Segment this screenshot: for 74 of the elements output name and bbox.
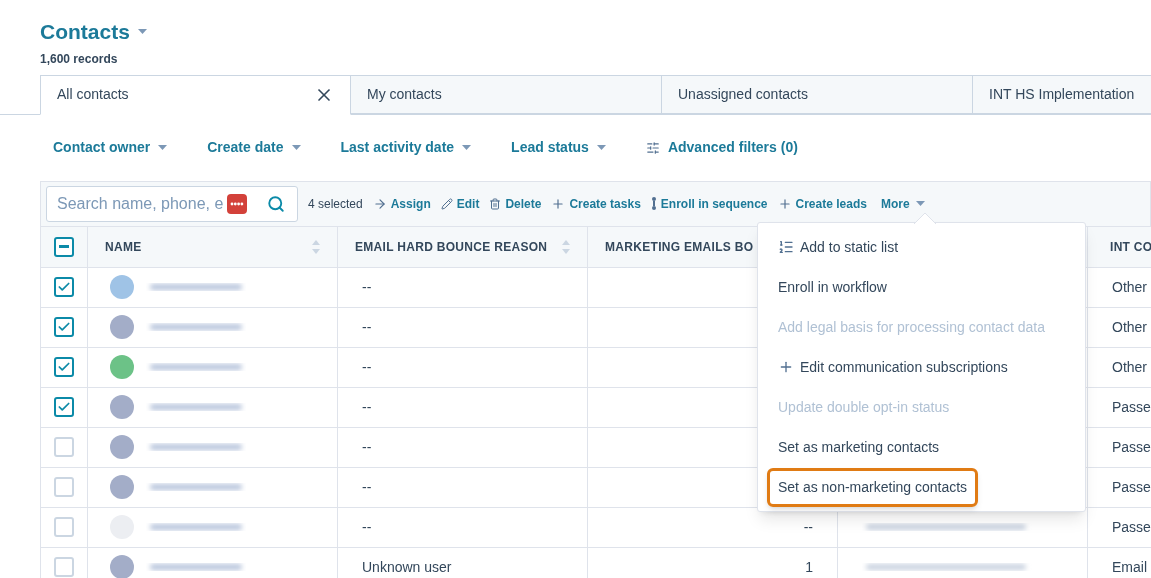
check-icon — [57, 320, 71, 334]
bulk-action[interactable]: Delete — [489, 194, 542, 213]
plus-icon — [777, 196, 792, 211]
caret-icon — [596, 145, 606, 150]
view-tab[interactable]: My contacts — [351, 74, 662, 114]
caret-icon — [158, 145, 168, 150]
view-tab[interactable]: Unassigned contacts — [662, 74, 973, 114]
menu-item[interactable]: Add to static list — [767, 227, 910, 267]
filter-button[interactable]: Lead status — [511, 137, 606, 158]
bulk-action[interactable]: More — [876, 194, 925, 213]
row-checkbox[interactable] — [54, 397, 74, 417]
table-cell-text: -- — [803, 517, 813, 537]
caret-icon — [462, 145, 472, 150]
check-icon — [57, 360, 71, 374]
table-cell-text: -- — [362, 397, 372, 417]
minus-icon — [59, 245, 69, 248]
table-cell-text: -- — [362, 357, 372, 377]
sliders-icon — [645, 140, 660, 155]
row-checkbox[interactable] — [54, 236, 74, 257]
table-cell-text: Other — [1112, 317, 1147, 337]
record-count: 1,600 records — [40, 50, 119, 68]
table-cell-text: Passe — [1112, 397, 1151, 417]
table-cell-text: Email — [1112, 557, 1147, 577]
column-header[interactable]: MARKETING EMAILS BO — [605, 237, 754, 256]
sequence-icon — [650, 197, 657, 210]
arrow-right-icon — [372, 196, 387, 211]
table-cell-text: Other — [1112, 277, 1147, 297]
menu-item[interactable]: Edit communication subscriptions — [767, 347, 1019, 387]
row-checkbox[interactable] — [54, 317, 74, 337]
row-checkbox[interactable] — [54, 357, 74, 377]
plus-icon — [551, 196, 566, 211]
column-header[interactable]: EMAIL HARD BOUNCE REASON — [355, 237, 548, 256]
check-icon — [57, 400, 71, 414]
view-tab[interactable]: All contacts — [40, 74, 351, 115]
selected-count: 4 selected — [308, 195, 363, 213]
bulk-action[interactable]: Create tasks — [551, 194, 641, 213]
search-input[interactable]: Search name, phone, e — [57, 191, 267, 216]
menu-item[interactable]: Enroll in workflow — [767, 267, 898, 307]
view-tab[interactable]: INT HS Implementation — [973, 74, 1151, 114]
table-cell-text: -- — [362, 477, 372, 497]
table-cell-text: Passe — [1112, 477, 1151, 497]
check-icon — [57, 280, 71, 294]
page-title[interactable]: Contacts — [40, 16, 130, 48]
title-caret-icon — [137, 29, 147, 35]
row-checkbox[interactable] — [54, 277, 74, 297]
password-manager-icon[interactable] — [227, 193, 247, 214]
search-icon[interactable] — [267, 194, 285, 213]
plus-icon — [778, 359, 794, 375]
menu-item[interactable]: Set as marketing contacts — [767, 427, 951, 467]
filter-button[interactable]: Advanced filters (0) — [645, 137, 798, 158]
table-cell-text: Passe — [1112, 517, 1151, 537]
filter-button[interactable]: Last activity date — [340, 137, 472, 158]
column-header[interactable]: NAME — [105, 237, 142, 256]
search-field[interactable]: Search name, phone, e — [46, 185, 298, 222]
caret-icon — [915, 201, 925, 206]
table-cell-text: Passe — [1112, 437, 1151, 457]
bulk-action[interactable]: Create leads — [777, 194, 867, 213]
caret-icon — [291, 145, 301, 150]
trash-icon — [489, 197, 502, 210]
bulk-action[interactable]: Edit — [440, 194, 480, 213]
menu-item[interactable]: Set as non-marketing contacts — [767, 467, 979, 507]
table-cell-text: Other — [1112, 357, 1147, 377]
table-cell-text: -- — [362, 517, 372, 537]
bulk-action[interactable]: Assign — [372, 194, 431, 213]
table-cell-text: -- — [362, 277, 372, 297]
table-cell-text: 1 — [805, 557, 813, 577]
bulk-action[interactable]: Enroll in sequence — [650, 194, 768, 213]
table-cell-text: Unknown user — [362, 557, 452, 577]
pencil-icon — [440, 197, 453, 210]
list-icon — [778, 239, 794, 255]
filter-button[interactable]: Create date — [207, 137, 301, 158]
table-cell-text: -- — [362, 317, 372, 337]
filter-button[interactable]: Contact owner — [53, 137, 168, 158]
table-cell-text: -- — [362, 437, 372, 457]
